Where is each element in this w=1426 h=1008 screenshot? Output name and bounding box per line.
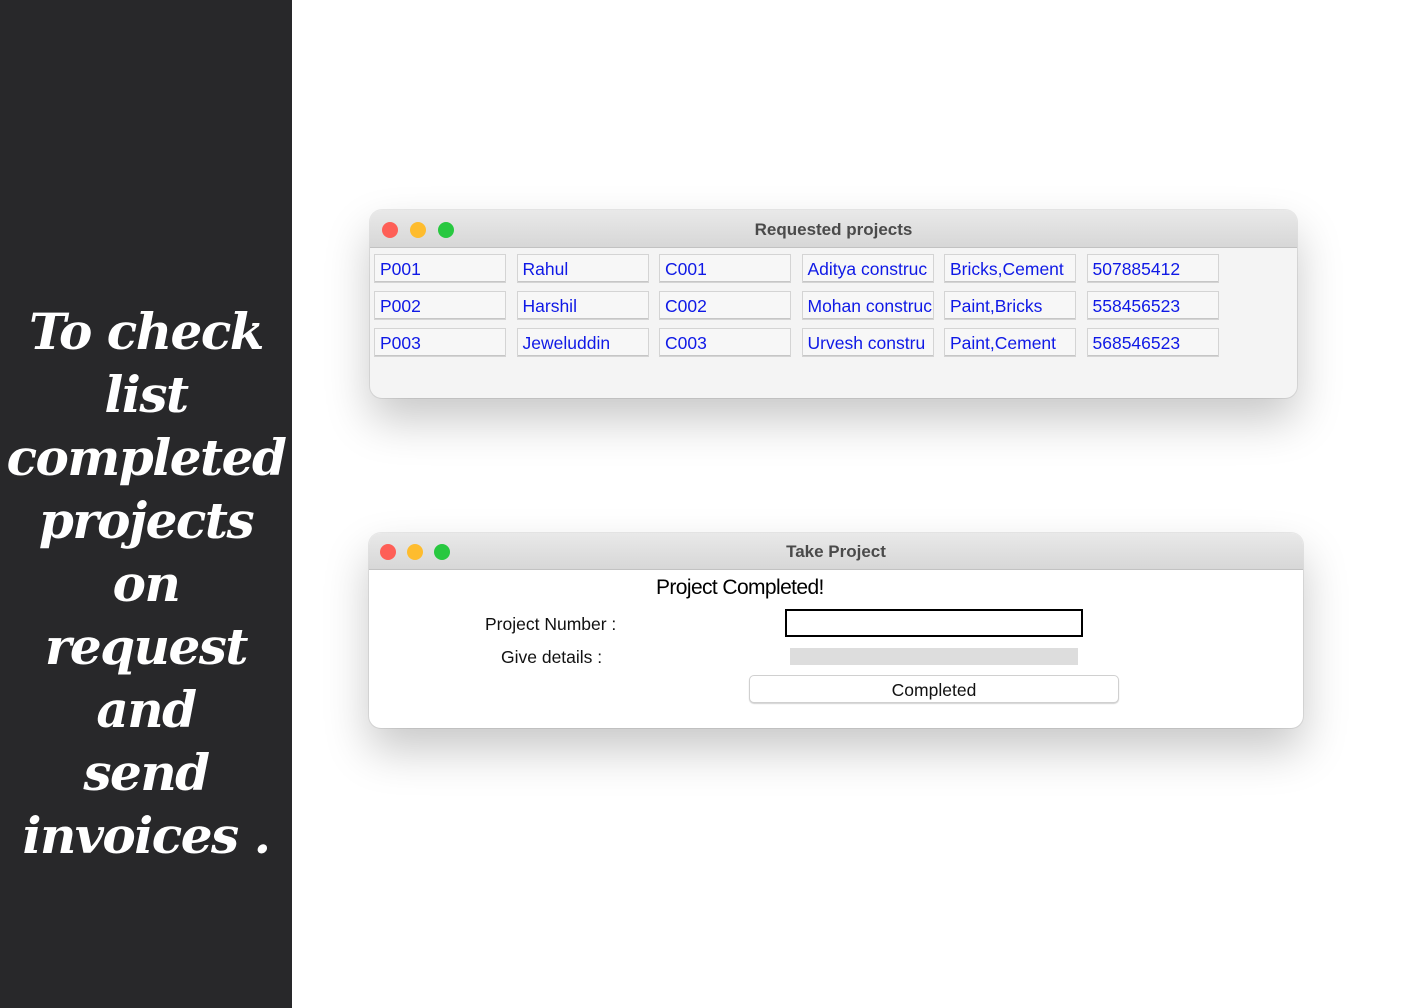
phone-number-cell[interactable]: 507885412 (1086, 254, 1219, 283)
projects-table: P001 Rahul C001 Aditya construc Bricks,C… (374, 254, 1229, 365)
give-details-label: Give details : (501, 647, 603, 667)
caption-text: To check list completed projects on requ… (0, 300, 292, 867)
project-number-label: Project Number : (485, 614, 617, 634)
caption-line: completed (6, 428, 287, 487)
caption-line: request and (44, 617, 249, 739)
customer-id-cell[interactable]: C002 (659, 291, 791, 320)
table-row: P002 Harshil C002 Mohan construc Paint,B… (374, 291, 1229, 320)
project-number-input[interactable] (785, 609, 1083, 637)
table-row: P001 Rahul C001 Aditya construc Bricks,C… (374, 254, 1229, 283)
window-title: Take Project (786, 542, 886, 561)
materials-cell[interactable]: Paint,Cement (944, 328, 1076, 357)
take-project-window: Take Project Project Completed! Project … (369, 533, 1303, 728)
window-title: Requested projects (754, 220, 913, 239)
status-message: Project Completed! (656, 576, 824, 599)
completed-button[interactable]: Completed (749, 675, 1119, 703)
phone-number-cell[interactable]: 568546523 (1086, 328, 1219, 357)
customer-id-cell[interactable]: C003 (659, 328, 791, 357)
project-number-cell[interactable]: P003 (374, 328, 506, 357)
materials-cell[interactable]: Paint,Bricks (944, 291, 1076, 320)
customer-name-cell[interactable]: Jeweluddin (516, 328, 649, 357)
caption-line: projects on (38, 491, 255, 613)
sidebar-panel: To check list completed projects on requ… (0, 0, 292, 1008)
company-name-cell[interactable]: Mohan construc (801, 291, 934, 320)
project-number-cell[interactable]: P001 (374, 254, 506, 283)
give-details-input[interactable] (790, 648, 1078, 665)
customer-name-cell[interactable]: Harshil (516, 291, 649, 320)
company-name-cell[interactable]: Aditya construc (801, 254, 934, 283)
caption-line: list (104, 365, 189, 424)
caption-line: To check (29, 302, 264, 361)
phone-number-cell[interactable]: 558456523 (1086, 291, 1219, 320)
title-bar[interactable]: Requested projects (370, 210, 1297, 248)
customer-id-cell[interactable]: C001 (659, 254, 791, 283)
project-number-cell[interactable]: P002 (374, 291, 506, 320)
table-row: P003 Jeweluddin C003 Urvesh constru Pain… (374, 328, 1229, 357)
company-name-cell[interactable]: Urvesh constru (801, 328, 934, 357)
title-bar[interactable]: Take Project (369, 533, 1303, 570)
materials-cell[interactable]: Bricks,Cement (944, 254, 1076, 283)
requested-projects-window: Requested projects P001 Rahul C001 Adity… (370, 210, 1297, 398)
customer-name-cell[interactable]: Rahul (516, 254, 649, 283)
caption-line: send (83, 743, 210, 802)
caption-line: invoices . (22, 806, 271, 865)
